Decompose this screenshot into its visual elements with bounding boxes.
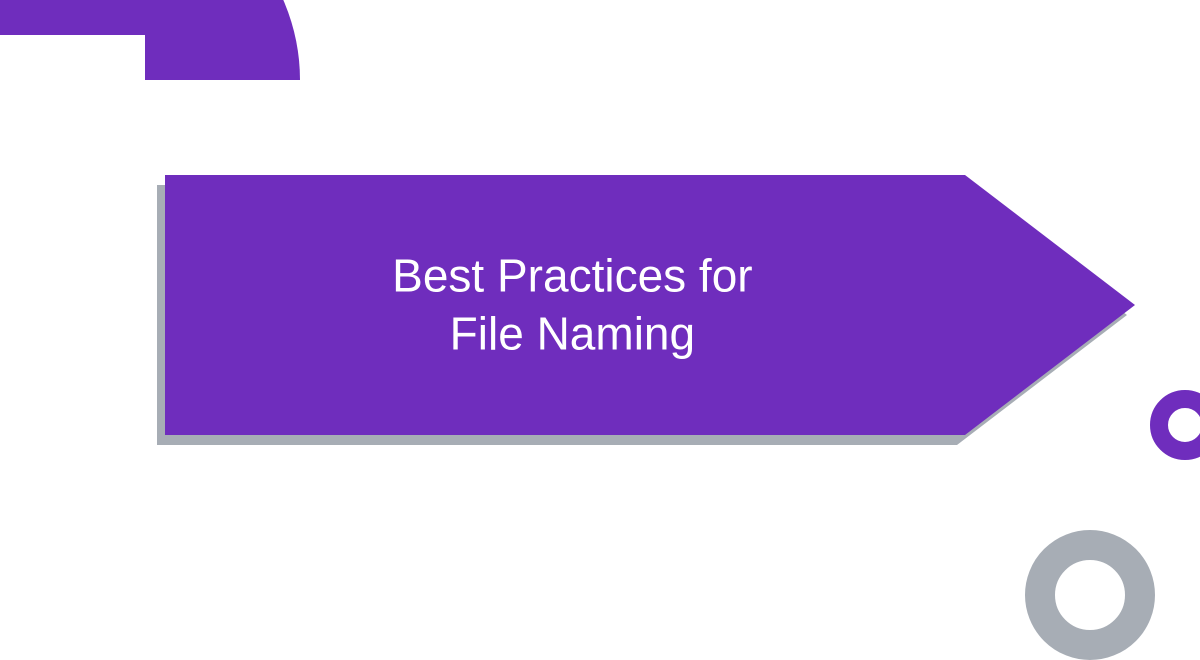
ring-decoration-purple — [1150, 390, 1200, 460]
ring-decoration-gray — [1025, 530, 1155, 660]
title-banner: Best Practices for File Naming — [165, 175, 1135, 435]
page-title: Best Practices for File Naming — [392, 248, 752, 363]
